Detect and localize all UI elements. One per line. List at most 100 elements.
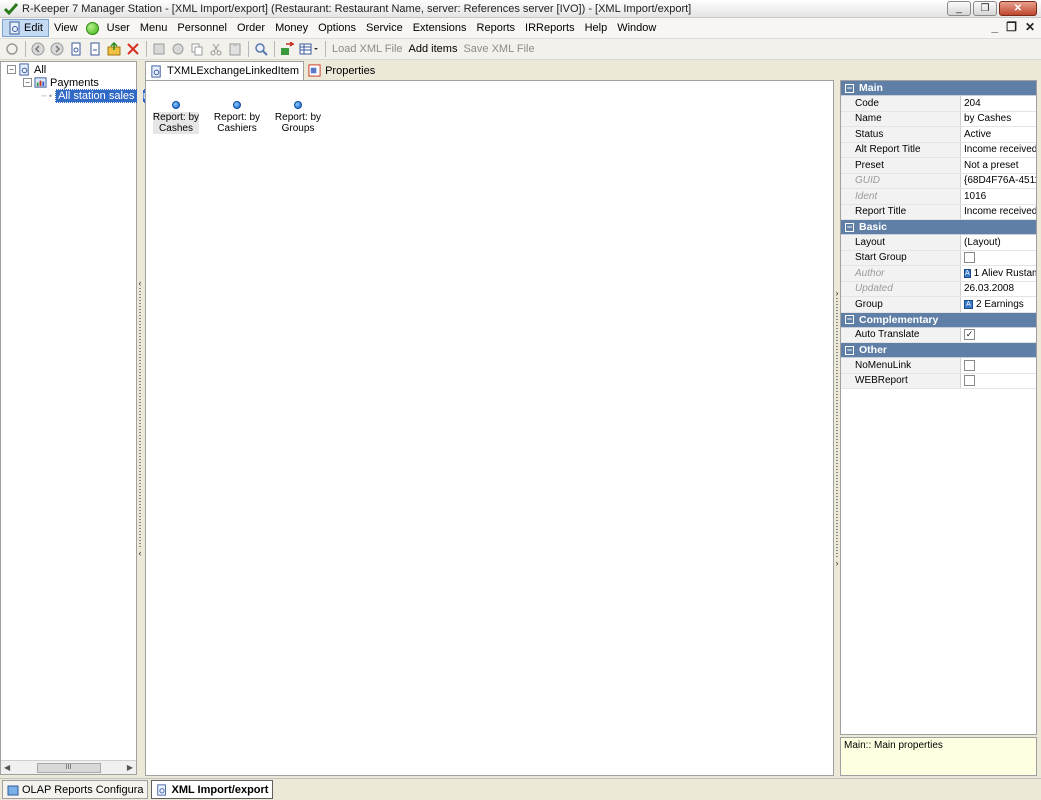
prop-row-updated[interactable]: Updated 26.03.2008: [841, 281, 1036, 297]
back-button[interactable]: [29, 40, 47, 58]
collapse-toggle-icon[interactable]: −: [7, 65, 16, 74]
menu-order[interactable]: Order: [232, 19, 270, 37]
load-xml-button[interactable]: Load XML File: [329, 43, 406, 55]
category-main[interactable]: − Main: [841, 81, 1036, 96]
mdi-restore-button[interactable]: ❐: [1006, 20, 1017, 34]
collapse-toggle-icon[interactable]: −: [845, 83, 854, 93]
menu-view[interactable]: View: [49, 19, 83, 37]
save-xml-button[interactable]: Save XML File: [460, 43, 537, 55]
prop-row-status[interactable]: Status Active: [841, 127, 1036, 143]
copy-button[interactable]: [188, 40, 206, 58]
minimize-button[interactable]: _: [947, 1, 971, 16]
report-item-groups[interactable]: Report: by Groups: [273, 101, 323, 134]
menu-extensions[interactable]: Extensions: [408, 19, 472, 37]
transfer-button[interactable]: [278, 40, 296, 58]
scissors-icon: [210, 43, 222, 56]
report-node-icon: [233, 101, 241, 109]
category-other[interactable]: − Other: [841, 343, 1036, 358]
menu-irreports[interactable]: IRReports: [520, 19, 580, 37]
prop-row-guid[interactable]: GUID {68D4F76A-4511-: [841, 173, 1036, 189]
close-button[interactable]: ✕: [999, 1, 1037, 16]
webreport-checkbox[interactable]: [964, 375, 975, 387]
prop-row-layout[interactable]: Layout (Layout): [841, 235, 1036, 251]
delete-x-icon: [127, 43, 139, 55]
status-green-icon: [85, 21, 99, 35]
report-item-cashiers[interactable]: Report: by Cashiers: [212, 101, 262, 134]
toolbar: Load XML File Add items Save XML File: [0, 39, 1041, 60]
tree-node-all[interactable]: − All: [7, 63, 46, 76]
tree-node-payments[interactable]: − Payments: [23, 76, 99, 89]
prop-row-preset[interactable]: Preset Not a preset: [841, 158, 1036, 174]
menu-service[interactable]: Service: [361, 19, 408, 37]
menu-edit[interactable]: Edit: [2, 19, 49, 37]
prop-row-nomenulink[interactable]: NoMenuLink: [841, 358, 1036, 374]
scroll-thumb[interactable]: III: [36, 762, 101, 773]
document-icon: [157, 783, 167, 796]
cancel-button[interactable]: [169, 40, 187, 58]
taskbar-xml-import-export[interactable]: XML Import/export: [151, 780, 274, 799]
menu-menu[interactable]: Menu: [135, 19, 173, 37]
open-button[interactable]: [105, 40, 123, 58]
auto-translate-checkbox[interactable]: ✓: [964, 329, 975, 341]
forward-button[interactable]: [48, 40, 66, 58]
scroll-right-icon[interactable]: ▶: [127, 763, 133, 772]
cut-button[interactable]: [207, 40, 225, 58]
new-subitem-button[interactable]: [86, 40, 104, 58]
new-item-button[interactable]: [67, 40, 85, 58]
app-logo-icon: [4, 2, 18, 15]
tree-connector-icon: ┄ •: [41, 90, 53, 101]
prop-row-group[interactable]: Group A 2 Earnings: [841, 297, 1036, 313]
prop-row-webreport[interactable]: WEBReport: [841, 373, 1036, 389]
prop-row-start-group[interactable]: Start Group: [841, 250, 1036, 266]
menu-window[interactable]: Window: [612, 19, 661, 37]
collapse-toggle-icon[interactable]: −: [845, 315, 854, 324]
refresh-button[interactable]: [3, 40, 21, 58]
splitter-grip: [836, 298, 838, 558]
mdi-close-button[interactable]: ✕: [1025, 20, 1035, 34]
save-button[interactable]: [150, 40, 168, 58]
report-item-cashes[interactable]: Report: by Cashes: [151, 101, 201, 134]
collapse-right-icon[interactable]: ›: [836, 288, 839, 298]
find-button[interactable]: [252, 40, 270, 58]
prop-row-alt-report-title[interactable]: Alt Report TitleIncome received b: [841, 142, 1036, 158]
delete-button[interactable]: [124, 40, 142, 58]
collapse-left-icon[interactable]: ‹: [139, 548, 142, 558]
category-basic[interactable]: − Basic: [841, 220, 1036, 235]
collapse-toggle-icon[interactable]: −: [23, 78, 32, 87]
prop-row-ident[interactable]: Ident 1016: [841, 189, 1036, 205]
tab-txml-exchange[interactable]: TXMLExchangeLinkedItem: [145, 61, 305, 80]
left-splitter[interactable]: ‹ ‹: [137, 61, 143, 775]
prop-row-report-title[interactable]: Report TitleIncome received b: [841, 204, 1036, 220]
collapse-toggle-icon[interactable]: −: [845, 222, 854, 232]
menu-personnel[interactable]: Personnel: [172, 19, 232, 37]
prop-row-auto-translate[interactable]: Auto Translate ✓: [841, 327, 1036, 343]
collapse-right-icon[interactable]: ›: [836, 558, 839, 568]
menu-reports[interactable]: Reports: [472, 19, 521, 37]
add-items-button[interactable]: Add items: [406, 43, 461, 55]
prop-row-code[interactable]: Code 204: [841, 96, 1036, 112]
horizontal-scrollbar[interactable]: ◀ III ▶: [1, 760, 136, 774]
tab-label: Properties: [325, 64, 376, 77]
category-complementary[interactable]: − Complementary: [841, 312, 1036, 328]
mdi-minimize-button[interactable]: _: [991, 20, 998, 34]
taskbar-olap-reports[interactable]: OLAP Reports Configura: [2, 780, 149, 799]
prop-row-name[interactable]: Name by Cashes: [841, 111, 1036, 127]
tab-properties[interactable]: Properties: [304, 61, 379, 80]
tab-label: TXMLExchangeLinkedItem: [167, 65, 300, 77]
transfer-icon: [281, 42, 294, 55]
report-folder-icon: [34, 77, 47, 88]
restore-button[interactable]: ❐: [973, 1, 997, 16]
paste-button[interactable]: [226, 40, 244, 58]
start-group-checkbox[interactable]: [964, 252, 975, 264]
collapse-toggle-icon[interactable]: −: [845, 345, 854, 355]
nomenulink-checkbox[interactable]: [964, 359, 975, 371]
menu-money[interactable]: Money: [270, 19, 313, 37]
grid-options-button[interactable]: [297, 40, 321, 58]
menu-help[interactable]: Help: [580, 19, 613, 37]
scroll-left-icon[interactable]: ◀: [4, 763, 10, 772]
prop-row-author[interactable]: Author A 1 Aliev Rustam: [841, 266, 1036, 282]
collapse-left-icon[interactable]: ‹: [139, 278, 142, 288]
tree-node-selected-report[interactable]: ┄ • All station sales cu: [41, 89, 153, 103]
menu-options[interactable]: Options: [313, 19, 361, 37]
menu-user[interactable]: User: [102, 19, 135, 37]
